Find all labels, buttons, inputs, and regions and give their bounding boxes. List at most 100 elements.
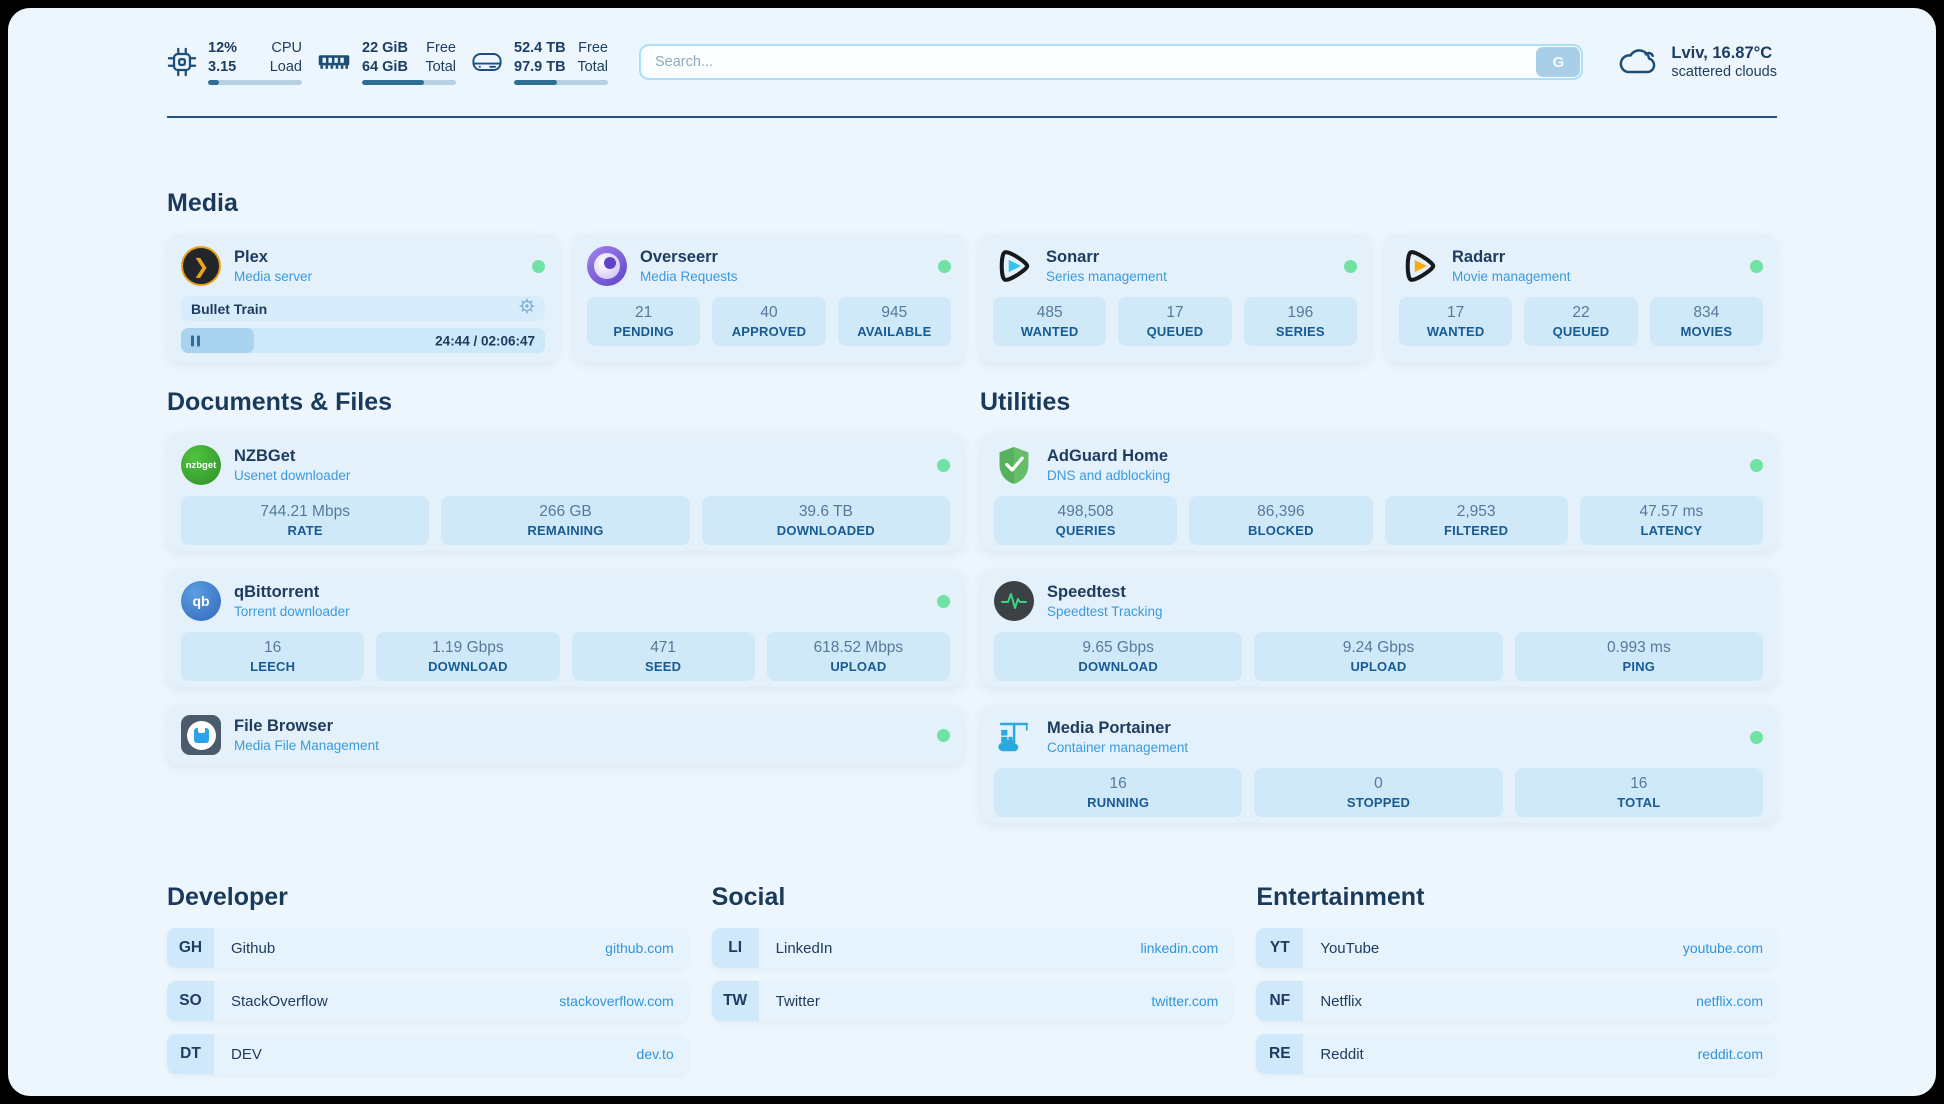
- bookmarks-area: Developer GH Github github.com SO StackO…: [167, 883, 1777, 1074]
- service-card-radarr[interactable]: Radarr Movie management 17WANTED 22QUEUE…: [1385, 234, 1777, 362]
- speedtest-icon: [994, 581, 1034, 621]
- stat-tile: 266 GBREMAINING: [441, 496, 689, 545]
- bookmark-dev[interactable]: DT DEV dev.to: [167, 1034, 688, 1074]
- cpu-icon: [167, 47, 197, 77]
- service-description: Torrent downloader: [234, 604, 350, 619]
- service-name: Plex: [234, 248, 312, 268]
- media-grid: ❯ Plex Media server Bullet Train: [167, 234, 1777, 362]
- status-dot: [1750, 260, 1763, 273]
- stat-tile: 196SERIES: [1244, 297, 1357, 346]
- ram-progress-fill: [362, 80, 424, 85]
- service-name: File Browser: [234, 717, 379, 737]
- service-card-qbittorrent[interactable]: qb qBittorrent Torrent downloader 16LEEC…: [167, 569, 964, 687]
- service-name: AdGuard Home: [1047, 447, 1170, 467]
- adguard-card-header: AdGuard Home DNS and adblocking: [994, 445, 1763, 485]
- service-card-plex[interactable]: ❯ Plex Media server Bullet Train: [167, 234, 559, 362]
- now-playing-progress: 24:44 / 02:06:47: [181, 328, 545, 353]
- status-dot: [938, 260, 951, 273]
- bookmark-name: Reddit: [1303, 1046, 1697, 1063]
- service-description: Media Requests: [640, 269, 738, 284]
- bookmark-name: Netflix: [1303, 993, 1696, 1010]
- bookmark-url: netflix.com: [1696, 993, 1777, 1009]
- disk-free-value: 52.4 TB: [514, 39, 566, 58]
- stat-tile: 40APPROVED: [712, 297, 825, 346]
- cpu-label-bottom: Load: [270, 58, 302, 77]
- stat-tile: 945AVAILABLE: [838, 297, 951, 346]
- plex-icon-glyph: ❯: [193, 254, 210, 279]
- status-dot: [937, 729, 950, 742]
- service-card-adguard[interactable]: AdGuard Home DNS and adblocking 498,508Q…: [980, 433, 1777, 551]
- bookmark-name: Github: [214, 940, 605, 957]
- bookmark-abbr-badge: NF: [1256, 981, 1303, 1021]
- service-card-portainer[interactable]: Media Portainer Container management 16R…: [980, 705, 1777, 823]
- service-card-speedtest[interactable]: Speedtest Speedtest Tracking 9.65 GbpsDO…: [980, 569, 1777, 687]
- service-card-overseerr[interactable]: Overseerr Media Requests 21PENDING 40APP…: [573, 234, 965, 362]
- now-playing-title-row: Bullet Train: [181, 296, 545, 321]
- overseerr-stats: 21PENDING 40APPROVED 945AVAILABLE: [587, 297, 951, 346]
- bookmark-url: youtube.com: [1683, 940, 1777, 956]
- system-stats: 12%CPU 3.15Load: [167, 39, 608, 86]
- ram-total-value: 64 GiB: [362, 58, 408, 77]
- ram-label-bottom: Total: [425, 58, 456, 77]
- filebrowser-card-header: File Browser Media File Management: [181, 715, 950, 755]
- documents-column: Documents & Files nzbget NZBGet Usenet d…: [167, 388, 964, 823]
- qbittorrent-stats: 16LEECH 1.19 GbpsDOWNLOAD 471SEED 618.52…: [181, 632, 950, 681]
- search-input[interactable]: [639, 44, 1583, 80]
- now-playing-time: 24:44 / 02:06:47: [435, 333, 535, 348]
- service-card-filebrowser[interactable]: File Browser Media File Management: [167, 705, 964, 765]
- service-name: qBittorrent: [234, 583, 350, 603]
- disk-icon: [471, 49, 503, 75]
- plex-icon: ❯: [181, 246, 221, 286]
- bookmark-group-social: Social LI LinkedIn linkedin.com TW Twitt…: [712, 883, 1233, 1074]
- service-description: Usenet downloader: [234, 468, 350, 483]
- section-title-documents: Documents & Files: [167, 388, 964, 417]
- bookmark-abbr-badge: YT: [1256, 928, 1303, 968]
- stat-tile: 16TOTAL: [1515, 768, 1763, 817]
- bookmark-twitter[interactable]: TW Twitter twitter.com: [712, 981, 1233, 1021]
- two-column-area: Documents & Files nzbget NZBGet Usenet d…: [167, 388, 1777, 823]
- speedtest-stats: 9.65 GbpsDOWNLOAD 9.24 GbpsUPLOAD 0.993 …: [994, 632, 1763, 681]
- ram-label-top: Free: [426, 39, 456, 58]
- service-card-sonarr[interactable]: Sonarr Series management 485WANTED 17QUE…: [979, 234, 1371, 362]
- weather-widget: Lviv, 16.87°C scattered clouds: [1617, 44, 1777, 80]
- service-name: NZBGet: [234, 447, 350, 467]
- ram-icon: [317, 50, 351, 74]
- stat-tile: 16LEECH: [181, 632, 364, 681]
- stat-tile: 47.57 msLATENCY: [1580, 496, 1763, 545]
- bookmark-url: linkedin.com: [1141, 940, 1233, 956]
- top-bar: 12%CPU 3.15Load: [167, 34, 1777, 90]
- disk-label-top: Free: [578, 39, 608, 58]
- bookmark-reddit[interactable]: RE Reddit reddit.com: [1256, 1034, 1777, 1074]
- bookmark-github[interactable]: GH Github github.com: [167, 928, 688, 968]
- stat-tile: 834MOVIES: [1650, 297, 1763, 346]
- cpu-stat-body: 12%CPU 3.15Load: [208, 39, 302, 86]
- bookmark-youtube[interactable]: YT YouTube youtube.com: [1256, 928, 1777, 968]
- service-description: Speedtest Tracking: [1047, 604, 1163, 619]
- nzbget-card-header: nzbget NZBGet Usenet downloader: [181, 445, 950, 485]
- bookmark-abbr-badge: RE: [1256, 1034, 1303, 1074]
- radarr-icon: [1399, 246, 1439, 286]
- bookmark-group-entertainment: Entertainment YT YouTube youtube.com NF …: [1256, 883, 1777, 1074]
- now-playing-settings-icon[interactable]: [519, 298, 535, 319]
- nzbget-icon: nzbget: [181, 445, 221, 485]
- ram-free-value: 22 GiB: [362, 39, 408, 58]
- disk-stat: 52.4 TBFree 97.9 TBTotal: [471, 39, 608, 86]
- stat-tile: 17QUEUED: [1118, 297, 1231, 346]
- section-title-utilities: Utilities: [980, 388, 1777, 417]
- status-dot: [1750, 459, 1763, 472]
- cpu-usage-value: 12%: [208, 39, 237, 58]
- pause-icon[interactable]: [191, 335, 200, 346]
- bookmark-linkedin[interactable]: LI LinkedIn linkedin.com: [712, 928, 1233, 968]
- service-card-nzbget[interactable]: nzbget NZBGet Usenet downloader 744.21 M…: [167, 433, 964, 551]
- bookmark-name: Twitter: [759, 993, 1152, 1010]
- bookmark-netflix[interactable]: NF Netflix netflix.com: [1256, 981, 1777, 1021]
- stat-tile: 485WANTED: [993, 297, 1106, 346]
- sonarr-stats: 485WANTED 17QUEUED 196SERIES: [993, 297, 1357, 346]
- bookmark-abbr-badge: DT: [167, 1034, 214, 1074]
- bookmark-stackoverflow[interactable]: SO StackOverflow stackoverflow.com: [167, 981, 688, 1021]
- bookmark-url: stackoverflow.com: [559, 993, 687, 1009]
- stat-tile: 16RUNNING: [994, 768, 1242, 817]
- now-playing-title: Bullet Train: [191, 301, 267, 317]
- portainer-stats: 16RUNNING 0STOPPED 16TOTAL: [994, 768, 1763, 817]
- search-provider-button[interactable]: G: [1536, 47, 1580, 77]
